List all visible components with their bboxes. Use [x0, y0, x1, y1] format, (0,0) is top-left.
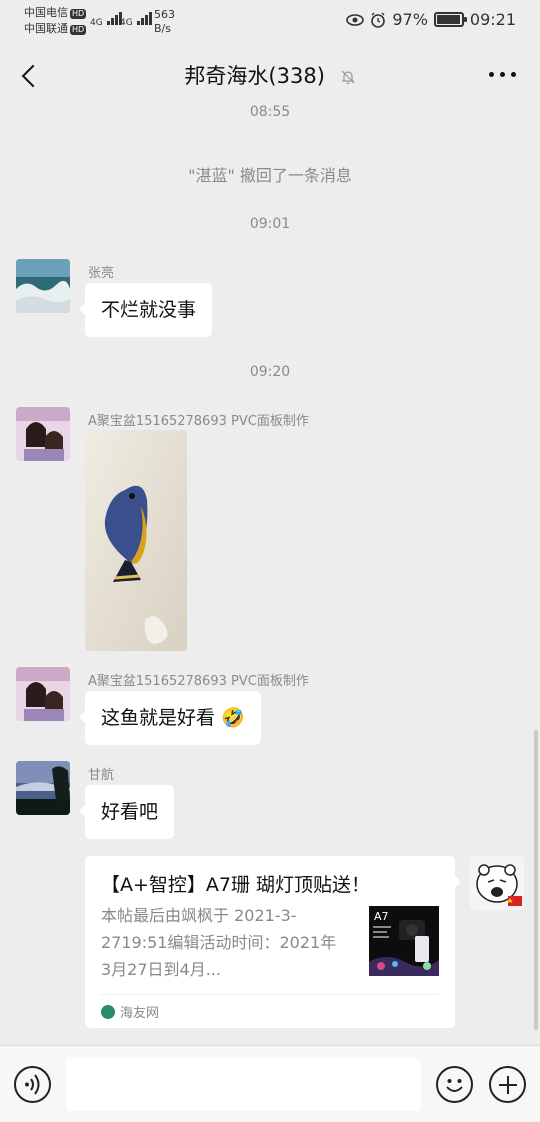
timestamp: 09:20: [249, 364, 291, 380]
net-speed: 563 B/s: [154, 8, 175, 36]
fish-photo[interactable]: [85, 430, 187, 651]
scrollbar[interactable]: [534, 730, 538, 1030]
card-thumb-label: A7: [374, 910, 389, 923]
carrier-2: 中国联通 HD: [24, 22, 87, 36]
message-list[interactable]: 08:55 "湛蓝" 撤回了一条消息 09:01 张亮 不烂就没事 09:20 …: [0, 100, 540, 1045]
avatar[interactable]: [16, 667, 70, 721]
signal-1-label: 4G: [90, 18, 103, 28]
carrier-2-label: 中国联通: [24, 22, 68, 35]
battery-percent: 97%: [392, 10, 428, 29]
emoji-icon: [446, 1079, 463, 1092]
recall-notice: "湛蓝" 撤回了一条消息: [188, 166, 352, 185]
chat-header: 邦奇海水(338): [0, 44, 540, 108]
more-functions-button[interactable]: [489, 1066, 526, 1103]
card-description: 本帖最后由飒枫于 2021-3-2719:51编辑活动时间：2021年3月27日…: [101, 906, 337, 979]
sender-name: 张亮: [88, 266, 115, 281]
timestamp: 09:01: [249, 216, 291, 232]
chat-title: 邦奇海水(338): [0, 60, 540, 90]
card-source: 海友网: [101, 1002, 159, 1021]
more-options-button[interactable]: [489, 72, 516, 77]
sender-name: A聚宝盆15165278693 PVC面板制作: [88, 674, 309, 689]
card-thumbnail: A7: [369, 906, 439, 976]
voice-input-button[interactable]: [14, 1066, 51, 1103]
carrier-1-label: 中国电信: [24, 6, 68, 19]
hd-badge: HD: [70, 25, 87, 35]
group-name: 邦奇海水(338): [184, 64, 325, 88]
message-bubble[interactable]: 这鱼就是好看 🤣: [79, 691, 261, 745]
carrier-1: 中国电信 HD: [24, 6, 87, 20]
signal-icon-1: 4G: [90, 12, 122, 28]
message-bubble[interactable]: 好看吧: [78, 785, 175, 839]
net-speed-unit: B/s: [154, 22, 171, 35]
message-input[interactable]: [66, 1058, 421, 1111]
avatar[interactable]: [16, 259, 70, 313]
shared-link-card[interactable]: 【A+智控】A7珊 瑚灯顶贴送！ 本帖最后由飒枫于 2021-3-2719:51…: [85, 856, 461, 1028]
sender-name: 甘航: [88, 768, 115, 783]
sender-name: A聚宝盆15165278693 PVC面板制作: [88, 414, 309, 429]
battery-icon: [433, 12, 467, 27]
eye-icon: [346, 13, 365, 26]
timestamp: 08:55: [249, 104, 291, 120]
signal-icon-2: 4G: [120, 12, 152, 28]
status-time: 09:21: [469, 10, 516, 29]
alarm-icon: [371, 12, 386, 28]
card-title: 【A+智控】A7珊 瑚灯顶贴送！: [101, 874, 371, 896]
net-speed-value: 563: [154, 8, 175, 21]
right-status: 97% 09:21: [346, 10, 516, 29]
my-avatar[interactable]: [470, 856, 524, 910]
muted-bell-icon: [341, 70, 355, 85]
voice-icon: [25, 1074, 40, 1095]
emoji-button[interactable]: [436, 1066, 473, 1103]
card-source-name: 海友网: [120, 1006, 160, 1021]
source-logo-icon: [101, 1004, 115, 1019]
card-divider: [101, 994, 439, 995]
avatar[interactable]: [16, 761, 70, 815]
signal-2-label: 4G: [120, 18, 133, 28]
avatar[interactable]: [16, 407, 70, 461]
hd-badge: HD: [70, 9, 87, 19]
input-bar: [0, 1045, 540, 1122]
status-bar: 中国电信 HD 中国联通 HD 4G 4G 563 B/s 97% 09:21: [0, 0, 540, 44]
message-bubble[interactable]: 不烂就没事: [78, 283, 213, 337]
